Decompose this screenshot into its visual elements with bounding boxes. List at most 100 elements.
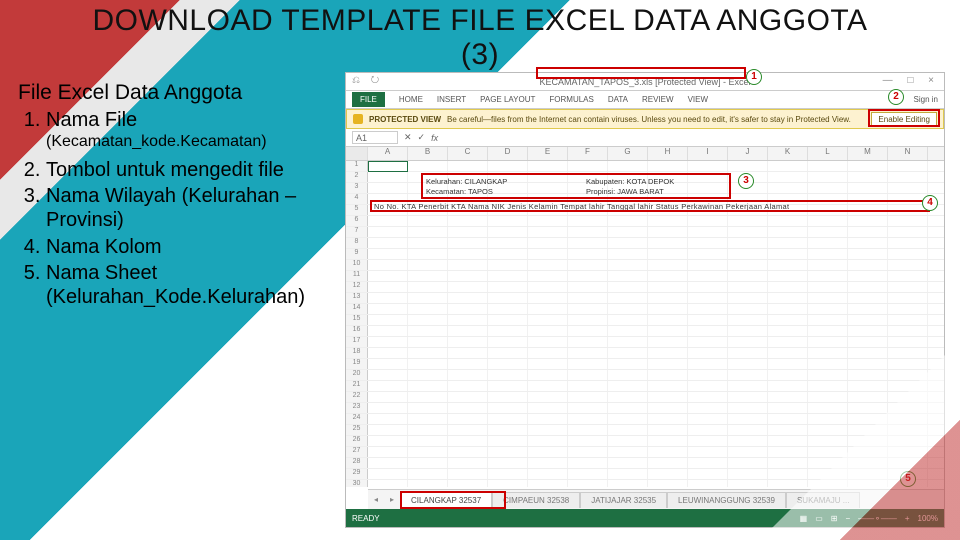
cell[interactable] (648, 480, 688, 487)
cell[interactable] (488, 436, 528, 446)
cell[interactable] (408, 249, 448, 259)
cell[interactable] (368, 458, 408, 468)
cell[interactable] (768, 260, 808, 270)
cell[interactable] (648, 227, 688, 237)
cell[interactable] (648, 425, 688, 435)
cell[interactable] (888, 392, 928, 402)
cell[interactable] (608, 469, 648, 479)
cell[interactable] (648, 403, 688, 413)
row-number[interactable]: 18 (346, 348, 368, 358)
cell[interactable] (408, 480, 448, 487)
cell[interactable] (488, 249, 528, 259)
cell[interactable] (888, 337, 928, 347)
cell[interactable] (408, 359, 448, 369)
cell[interactable] (848, 480, 888, 487)
cell[interactable] (688, 392, 728, 402)
cell[interactable] (488, 469, 528, 479)
cell[interactable] (568, 436, 608, 446)
cell[interactable] (848, 425, 888, 435)
quick-access-toolbar[interactable]: ⎌ ↻ (352, 75, 383, 86)
cell[interactable] (888, 425, 928, 435)
cell[interactable] (648, 436, 688, 446)
grid-row[interactable]: 30 (346, 480, 944, 487)
cell[interactable] (448, 238, 488, 248)
sheet-nav-next-icon[interactable]: ▸ (384, 495, 400, 504)
cell[interactable] (568, 480, 608, 487)
spreadsheet-grid[interactable]: ABCDEFGHIJKLMN 1234567891011121314151617… (346, 147, 944, 487)
cell[interactable] (368, 161, 408, 171)
grid-row[interactable]: 19 (346, 359, 944, 370)
cell[interactable] (408, 238, 448, 248)
cell[interactable] (648, 469, 688, 479)
cell[interactable] (488, 293, 528, 303)
col-header[interactable]: K (768, 147, 808, 160)
grid-row[interactable]: 20 (346, 370, 944, 381)
cell[interactable] (728, 282, 768, 292)
cell[interactable] (568, 458, 608, 468)
tab-data[interactable]: DATA (608, 95, 628, 104)
cell[interactable] (608, 216, 648, 226)
cell[interactable] (768, 359, 808, 369)
cell[interactable] (368, 227, 408, 237)
row-number[interactable]: 21 (346, 381, 368, 391)
col-header[interactable]: I (688, 147, 728, 160)
row-number[interactable]: 19 (346, 359, 368, 369)
cell[interactable] (768, 480, 808, 487)
cell[interactable] (368, 348, 408, 358)
row-number[interactable]: 27 (346, 447, 368, 457)
cell[interactable] (848, 315, 888, 325)
col-header[interactable]: D (488, 147, 528, 160)
cell[interactable] (528, 282, 568, 292)
zoom-out-icon[interactable]: − (845, 514, 850, 523)
cell[interactable] (368, 403, 408, 413)
cell[interactable] (808, 436, 848, 446)
cell[interactable] (408, 392, 448, 402)
cell[interactable] (888, 249, 928, 259)
cell[interactable] (808, 359, 848, 369)
col-header[interactable]: H (648, 147, 688, 160)
sign-in-link[interactable]: Sign in (914, 95, 938, 104)
cell[interactable] (448, 227, 488, 237)
cell[interactable] (568, 238, 608, 248)
cell[interactable] (568, 414, 608, 424)
col-header[interactable]: M (848, 147, 888, 160)
cell[interactable] (528, 304, 568, 314)
grid-row[interactable]: 9 (346, 249, 944, 260)
cell[interactable] (768, 249, 808, 259)
row-number[interactable]: 30 (346, 480, 368, 487)
sheet-tab[interactable]: SUKAMAJU ... (786, 492, 860, 508)
sheet-nav-prev-icon[interactable]: ◂ (368, 495, 384, 504)
cell[interactable] (768, 227, 808, 237)
cell[interactable] (688, 293, 728, 303)
cell[interactable] (488, 370, 528, 380)
cell[interactable] (808, 260, 848, 270)
tab-formulas[interactable]: FORMULAS (549, 95, 593, 104)
cell[interactable] (888, 161, 928, 171)
cell[interactable] (568, 403, 608, 413)
cell[interactable] (528, 436, 568, 446)
cell[interactable] (528, 238, 568, 248)
cell[interactable] (768, 414, 808, 424)
cell[interactable] (608, 458, 648, 468)
cell[interactable] (648, 337, 688, 347)
cell[interactable] (488, 359, 528, 369)
row-number[interactable]: 20 (346, 370, 368, 380)
row-number[interactable]: 16 (346, 326, 368, 336)
cell[interactable] (728, 348, 768, 358)
cell[interactable] (808, 469, 848, 479)
cell[interactable] (368, 260, 408, 270)
cell[interactable] (888, 480, 928, 487)
cell[interactable] (888, 469, 928, 479)
cell[interactable] (608, 161, 648, 171)
cell[interactable] (768, 370, 808, 380)
cell[interactable] (648, 381, 688, 391)
cell[interactable] (728, 337, 768, 347)
cell[interactable] (488, 238, 528, 248)
row-number[interactable]: 17 (346, 337, 368, 347)
cell[interactable] (368, 436, 408, 446)
col-header[interactable]: J (728, 147, 768, 160)
cell[interactable] (408, 370, 448, 380)
cell[interactable] (448, 381, 488, 391)
cell[interactable] (888, 447, 928, 457)
col-header[interactable]: E (528, 147, 568, 160)
